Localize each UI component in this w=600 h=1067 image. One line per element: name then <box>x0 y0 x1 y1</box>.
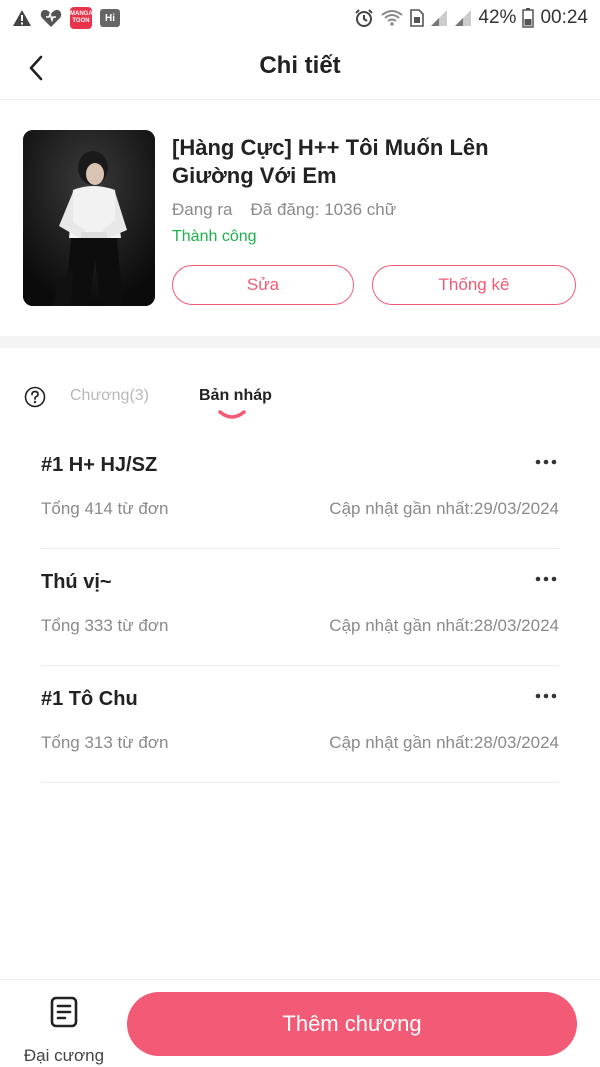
signal-icon <box>430 9 448 27</box>
draft-list: #1 H+ HJ/SZ Tổng 414 từ đơn Cập nhật gần… <box>41 432 559 783</box>
edit-button[interactable]: Sửa <box>172 265 354 305</box>
help-icon[interactable] <box>24 386 46 408</box>
draft-word-count: Tổng 333 từ đơn <box>41 616 169 635</box>
more-options-icon[interactable] <box>533 684 559 708</box>
battery-icon <box>522 8 535 28</box>
more-options-icon[interactable] <box>533 567 559 591</box>
section-divider <box>0 336 600 348</box>
publish-state: Đang ra <box>172 200 233 219</box>
draft-word-count: Tổng 414 từ đơn <box>41 499 169 518</box>
alarm-icon <box>354 8 374 28</box>
page-title: Chi tiết <box>259 52 341 79</box>
list-item[interactable]: Thú vị~ Tổng 333 từ đơn Cập nhật gần nhấ… <box>41 549 559 666</box>
draft-updated-date: Cập nhật gần nhất:28/03/2024 <box>329 616 559 635</box>
book-info-card: [Hàng Cực] H++ Tôi Muốn Lên Giường Với E… <box>0 100 600 336</box>
bottom-action-bar: Đại cương Thêm chương <box>0 979 600 1067</box>
hi-app-icon: Hi <box>100 9 120 27</box>
document-outline-icon <box>50 996 78 1028</box>
status-bar: MANGA TOON Hi 42% 00:24 <box>0 0 600 36</box>
review-status: Thành công <box>172 228 257 245</box>
draft-updated-date: Cập nhật gần nhất:28/03/2024 <box>329 733 559 752</box>
tab-chapters[interactable]: Chương(3) <box>70 387 149 405</box>
chapter-tabs: Chương(3) Bản nháp <box>0 370 600 430</box>
draft-title: #1 H+ HJ/SZ <box>41 454 158 476</box>
app-header: Chi tiết <box>0 36 600 100</box>
draft-updated-date: Cập nhật gần nhất:29/03/2024 <box>329 499 559 518</box>
book-cover-image[interactable] <box>23 130 155 306</box>
mangatoon-app-icon: MANGA TOON <box>70 7 93 29</box>
draft-title: #1 Tô Chu <box>41 688 138 710</box>
list-item[interactable]: #1 Tô Chu Tổng 313 từ đơn Cập nhật gần n… <box>41 666 559 783</box>
book-title: [Hàng Cực] H++ Tôi Muốn Lên Giường Với E… <box>172 135 489 188</box>
add-chapter-button[interactable]: Thêm chương <box>127 992 577 1056</box>
list-item[interactable]: #1 H+ HJ/SZ Tổng 414 từ đơn Cập nhật gần… <box>41 432 559 549</box>
clock-time: 00:24 <box>540 7 588 28</box>
outline-button[interactable]: Đại cương <box>20 992 108 1065</box>
tab-drafts[interactable]: Bản nháp <box>199 387 272 405</box>
statistics-button[interactable]: Thống kê <box>372 265 576 305</box>
word-count: Đã đăng: 1036 chữ <box>250 200 397 219</box>
outline-label: Đại cương <box>23 1046 105 1065</box>
sim-icon <box>410 9 425 27</box>
wifi-icon <box>380 9 404 27</box>
draft-word-count: Tổng 313 từ đơn <box>41 733 169 752</box>
book-meta: Đang ra Đã đăng: 1036 chữ <box>172 200 396 220</box>
warning-icon <box>12 9 32 27</box>
active-tab-indicator <box>218 410 246 419</box>
more-options-icon[interactable] <box>533 450 559 474</box>
heart-app-icon <box>40 8 62 28</box>
signal-icon <box>454 9 472 27</box>
draft-title: Thú vị~ <box>41 571 112 593</box>
battery-percent: 42% <box>478 7 517 28</box>
